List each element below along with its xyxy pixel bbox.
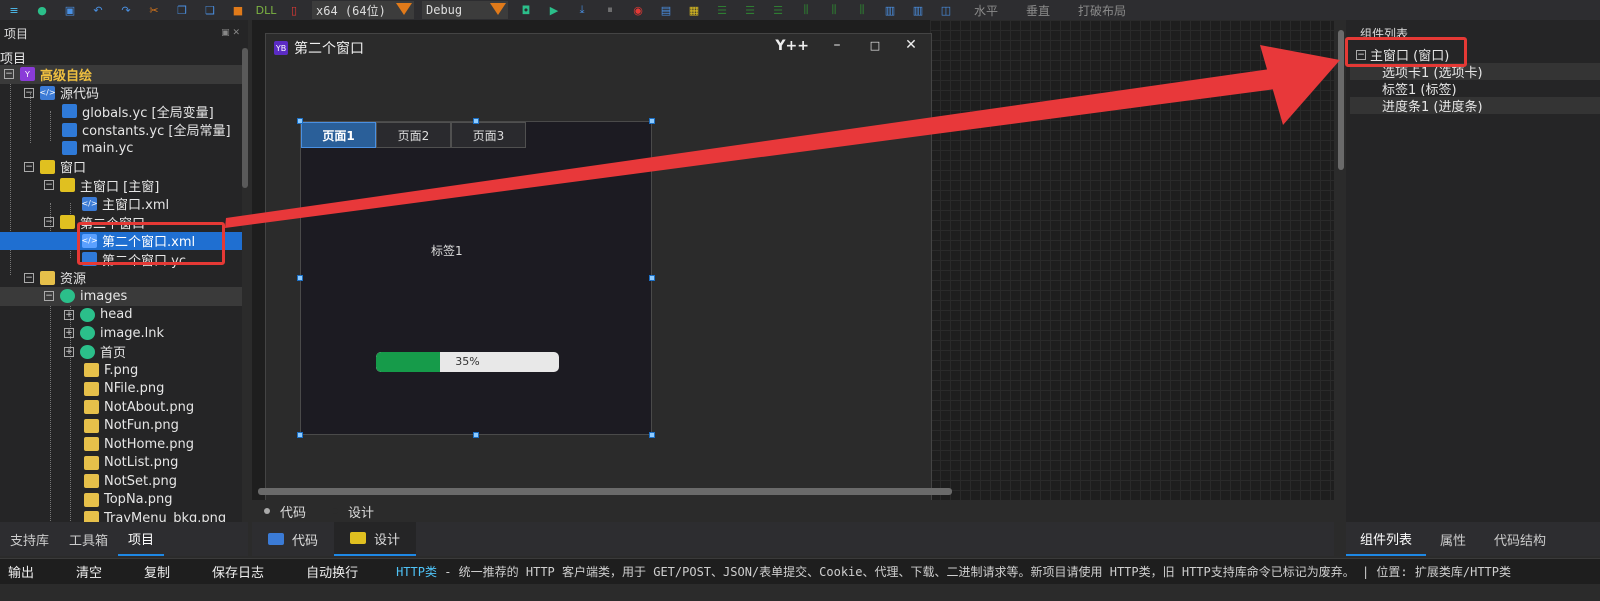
arrow-head bbox=[1260, 45, 1340, 125]
arrow-shaft bbox=[225, 68, 1283, 228]
annotation-arrow bbox=[225, 45, 1340, 228]
